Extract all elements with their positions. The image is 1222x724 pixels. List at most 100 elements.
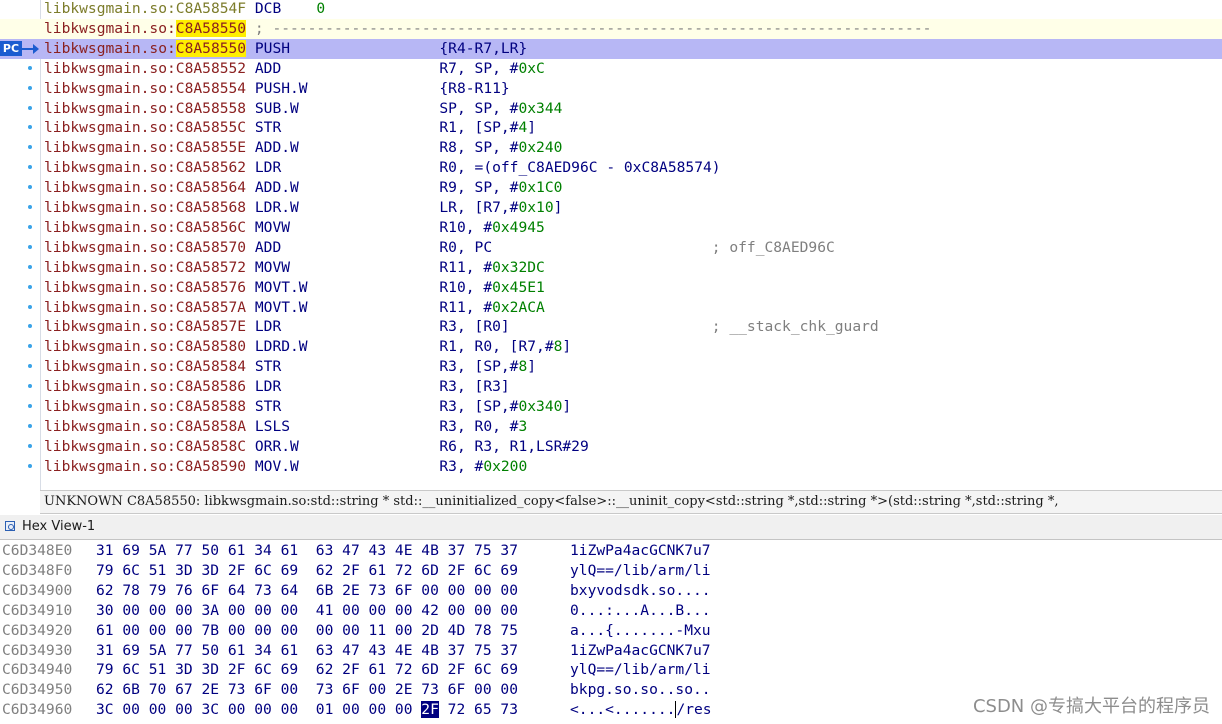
hex-byte[interactable]: 6C	[122, 562, 140, 579]
breakpoint-dot-icon[interactable]	[28, 264, 32, 269]
hex-bytes[interactable]: 61 00 00 00 7B 00 00 00 00 00 11 00 2D 4…	[96, 621, 518, 641]
hex-byte[interactable]: 73	[316, 681, 334, 698]
hex-byte[interactable]: 61	[228, 542, 246, 559]
hex-byte[interactable]: 00	[500, 681, 518, 698]
hex-byte[interactable]: 00	[316, 622, 334, 639]
hex-byte[interactable]: 69	[500, 661, 518, 678]
hex-byte[interactable]: 6C	[254, 562, 272, 579]
hex-byte[interactable]: 00	[448, 582, 466, 599]
hex-byte[interactable]: 34	[254, 542, 272, 559]
hex-byte[interactable]: 75	[474, 642, 492, 659]
listing-row[interactable]: libkwsgmain.so:C8A58584 STR R3, [SP,#8]	[0, 357, 1222, 377]
hex-byte[interactable]: 77	[175, 542, 193, 559]
hex-byte[interactable]: 00	[281, 701, 299, 718]
hex-byte[interactable]: 67	[175, 681, 193, 698]
hex-byte[interactable]: 5A	[149, 542, 167, 559]
hex-byte[interactable]: 00	[281, 622, 299, 639]
breakpoint-dot-icon[interactable]	[28, 443, 32, 448]
hex-byte[interactable]: 34	[254, 642, 272, 659]
hex-byte[interactable]: 79	[96, 661, 114, 678]
breakpoint-dot-icon[interactable]	[28, 344, 32, 349]
listing-row[interactable]: libkwsgmain.so:C8A58576 MOVT.W R10, #0x4…	[0, 278, 1222, 298]
hex-byte[interactable]: 51	[149, 562, 167, 579]
hex-byte[interactable]: 00	[228, 602, 246, 619]
listing-row[interactable]: libkwsgmain.so:C8A5858A LSLS R3, R0, #3	[0, 417, 1222, 437]
hex-byte[interactable]: 00	[281, 681, 299, 698]
hex-byte[interactable]: 61	[228, 642, 246, 659]
hex-byte[interactable]: 62	[96, 681, 114, 698]
hex-byte[interactable]: 61	[281, 642, 299, 659]
hex-byte[interactable]: 3A	[202, 602, 220, 619]
hex-byte[interactable]: 4E	[395, 542, 413, 559]
hex-byte[interactable]: 00	[474, 602, 492, 619]
hex-byte[interactable]: 64	[281, 582, 299, 599]
hex-byte[interactable]: 61	[96, 622, 114, 639]
hex-byte[interactable]: 00	[369, 681, 387, 698]
disassembly-view[interactable]: libkwsgmain.so:C8A5854F DCB 0 libkwsgmain…	[0, 0, 1222, 490]
hex-byte[interactable]: 78	[474, 622, 492, 639]
hex-byte[interactable]: 72	[395, 562, 413, 579]
hex-byte[interactable]: 69	[500, 562, 518, 579]
hex-byte[interactable]: 37	[448, 642, 466, 659]
listing-row[interactable]: libkwsgmain.so:C8A5855C STR R1, [SP,#4]	[0, 118, 1222, 138]
hex-byte[interactable]: 62	[96, 582, 114, 599]
hex-byte[interactable]: 5A	[149, 642, 167, 659]
hex-byte[interactable]: 7B	[202, 622, 220, 639]
hex-ascii[interactable]: a...{.......-Mxu	[570, 621, 711, 641]
hex-byte[interactable]: 2F	[228, 562, 246, 579]
hex-byte[interactable]: 65	[474, 701, 492, 718]
listing-row[interactable]: libkwsgmain.so:C8A5858C ORR.W R6, R3, R1…	[0, 437, 1222, 457]
listing-row[interactable]: libkwsgmain.so:C8A58568 LDR.W LR, [R7,#0…	[0, 198, 1222, 218]
hex-byte[interactable]: 00	[500, 582, 518, 599]
hex-byte[interactable]: 3D	[202, 562, 220, 579]
hex-ascii[interactable]: <...<......./res	[570, 700, 712, 720]
hex-byte[interactable]: 2F	[228, 661, 246, 678]
hex-view[interactable]: C6D348E0 31 69 5A 77 50 61 34 61 63 47 43…	[0, 540, 1222, 724]
hex-row[interactable]: C6D34920 61 00 00 00 7B 00 00 00 00 00 11…	[0, 621, 1222, 641]
hex-byte[interactable]: 01	[316, 701, 334, 718]
hex-byte[interactable]: 6B	[316, 582, 334, 599]
hex-byte[interactable]: 6D	[421, 562, 439, 579]
hex-byte[interactable]: 3D	[175, 661, 193, 678]
breakpoint-dot-icon[interactable]	[28, 65, 32, 70]
hex-byte[interactable]: 43	[369, 642, 387, 659]
listing-row[interactable]: libkwsgmain.so:C8A58564 ADD.W R9, SP, #0…	[0, 178, 1222, 198]
hex-byte[interactable]: 00	[122, 622, 140, 639]
hex-ascii[interactable]: bxyvodsdk.so....	[570, 581, 711, 601]
breakpoint-dot-icon[interactable]	[28, 463, 32, 468]
hex-byte[interactable]: 00	[175, 622, 193, 639]
hex-byte[interactable]: 72	[395, 661, 413, 678]
hex-byte[interactable]: 69	[122, 642, 140, 659]
hex-byte[interactable]: 2E	[395, 681, 413, 698]
hex-byte[interactable]: 62	[316, 562, 334, 579]
hex-byte[interactable]: 2F	[448, 661, 466, 678]
breakpoint-dot-icon[interactable]	[28, 205, 32, 209]
hex-byte[interactable]: 6F	[202, 582, 220, 599]
hex-byte[interactable]: 00	[342, 602, 360, 619]
hex-byte[interactable]: 50	[202, 642, 220, 659]
hex-row[interactable]: C6D34910 30 00 00 00 3A 00 00 00 41 00 00…	[0, 601, 1222, 621]
hex-byte[interactable]: 47	[342, 542, 360, 559]
hex-ascii[interactable]: 1iZwPa4acGCNK7u7	[570, 641, 711, 661]
hex-bytes[interactable]: 62 78 79 76 6F 64 73 64 6B 2E 73 6F 00 0…	[96, 581, 518, 601]
breakpoint-dot-icon[interactable]	[28, 384, 32, 389]
hex-byte[interactable]: 00	[342, 701, 360, 718]
hex-byte[interactable]: 3D	[202, 661, 220, 678]
hex-byte[interactable]: 73	[228, 681, 246, 698]
hex-row[interactable]: C6D34900 62 78 79 76 6F 64 73 64 6B 2E 73…	[0, 581, 1222, 601]
breakpoint-dot-icon[interactable]	[28, 324, 32, 329]
hex-bytes[interactable]: 62 6B 70 67 2E 73 6F 00 73 6F 00 2E 73 6…	[96, 680, 518, 700]
hex-byte[interactable]: 00	[149, 622, 167, 639]
hex-byte[interactable]: 62	[316, 661, 334, 678]
breakpoint-dot-icon[interactable]	[28, 185, 32, 190]
hex-bytes[interactable]: 31 69 5A 77 50 61 34 61 63 47 43 4E 4B 3…	[96, 541, 518, 561]
hex-byte[interactable]: 50	[202, 542, 220, 559]
listing-row[interactable]: libkwsgmain.so:C8A58580 LDRD.W R1, R0, […	[0, 337, 1222, 357]
hex-byte[interactable]: 00	[421, 582, 439, 599]
hex-byte[interactable]: 00	[228, 701, 246, 718]
hex-ascii[interactable]: ylQ==/lib/arm/li	[570, 660, 711, 680]
listing-row[interactable]: libkwsgmain.so:C8A58590 MOV.W R3, #0x200	[0, 457, 1222, 477]
listing-row[interactable]: libkwsgmain.so:C8A5857A MOVT.W R11, #0x2…	[0, 298, 1222, 318]
hex-byte[interactable]: 2D	[421, 622, 439, 639]
hex-byte[interactable]: 00	[369, 701, 387, 718]
